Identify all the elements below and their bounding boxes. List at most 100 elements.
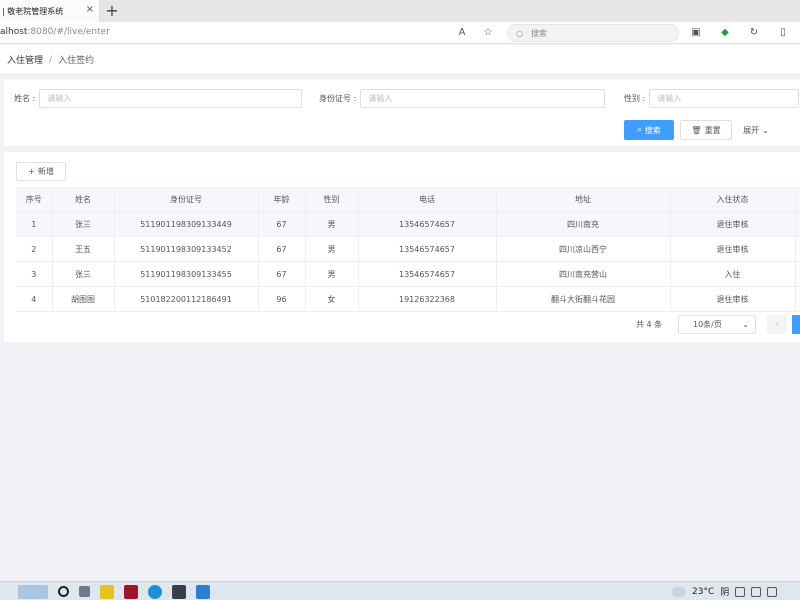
tray-icon[interactable] — [767, 586, 778, 597]
table-row[interactable]: 2 王五 511901198309133452 67 男 13546574657… — [16, 236, 800, 262]
cell-status: 退住审核 — [670, 236, 796, 262]
table-row[interactable]: 4 胡图图 510182200112186491 96 女 1912632236… — [16, 286, 800, 312]
start-search-icon[interactable] — [58, 586, 69, 597]
cell-gender: 男 — [305, 211, 359, 237]
cell-name: 王五 — [52, 236, 115, 262]
gender-input[interactable]: 请输入 — [649, 89, 800, 108]
cell-address: 四川凉山西宁 — [496, 236, 671, 262]
column-header-actions — [795, 187, 800, 212]
reset-button-label: 重置 — [704, 125, 721, 135]
cell-phone: 19126322368 — [358, 286, 497, 312]
address-bar: alhost:8080/#/live/enter A ☆ ○ 搜索 ▣ ◆ ↻ … — [0, 22, 800, 44]
column-header-phone: 电话 — [358, 187, 497, 212]
search-icon: ○ — [516, 28, 523, 38]
cell-address: 翻斗大街翻斗花园 — [496, 286, 671, 312]
browser-search-input[interactable]: ○ 搜索 — [507, 24, 679, 42]
taskbar: 23°C 阴 — [0, 581, 800, 600]
gift-icon[interactable]: ▣ — [690, 26, 702, 40]
cell-index: 2 — [16, 236, 53, 262]
search-button[interactable]: ⌕ 搜索 — [624, 120, 674, 140]
chevron-down-icon: ⌄ — [742, 320, 749, 329]
read-aloud-icon[interactable]: A — [456, 26, 468, 40]
media-player-icon[interactable] — [100, 584, 114, 599]
name-label: 姓名 : — [14, 94, 36, 103]
reset-button[interactable]: 🗑 重置 — [680, 120, 732, 140]
page-size-select[interactable]: 10条/页 ⌄ — [678, 315, 756, 334]
cell-name: 胡图图 — [52, 286, 115, 312]
new-tab-icon[interactable]: + — [104, 1, 120, 20]
cell-address: 四川南充 — [496, 211, 671, 237]
column-header-age: 年龄 — [258, 187, 306, 212]
weather-icon[interactable] — [672, 586, 686, 597]
cell-index: 4 — [16, 286, 53, 312]
url-field[interactable]: alhost:8080/#/live/enter — [0, 27, 110, 37]
cell-gender: 男 — [305, 261, 359, 287]
prev-page-button[interactable]: ‹ — [767, 315, 787, 334]
name-filter: 姓名 : 请输入 — [14, 89, 303, 108]
column-header-name: 姓名 — [52, 187, 115, 212]
idcard-filter: 身份证号 : 请输入 — [319, 89, 606, 108]
cell-age: 96 — [258, 286, 306, 312]
column-header-index: 序号 — [16, 187, 53, 212]
task-view-icon[interactable] — [79, 586, 90, 597]
cell-actions[interactable] — [795, 286, 800, 312]
column-header-gender: 性别 — [305, 187, 359, 212]
browser-tab[interactable]: | 敬老院管理系统 × — [0, 0, 100, 22]
breadcrumb: 入住管理 / 入住签约 — [0, 45, 800, 75]
filter-panel: 姓名 : 请输入 身份证号 : 请输入 性别 : 请输入 ⌕ 搜索 🗑 重置 展… — [4, 80, 800, 146]
taskbar-thumbnail-icon[interactable] — [18, 584, 48, 599]
cell-idcard: 511901198309133452 — [114, 236, 259, 262]
cell-phone: 13546574657 — [358, 211, 497, 237]
weather-text: 阴 — [720, 588, 730, 598]
idcard-input[interactable]: 请输入 — [360, 89, 606, 108]
total-count: 共 4 条 — [636, 320, 663, 329]
cell-age: 67 — [258, 236, 306, 262]
cell-actions[interactable] — [795, 261, 800, 287]
cell-actions[interactable] — [795, 211, 800, 237]
url-path: :8080/#/live/enter — [27, 27, 110, 37]
close-icon[interactable]: × — [86, 4, 94, 15]
cell-phone: 13546574657 — [358, 236, 497, 262]
shield-icon[interactable]: ◆ — [719, 26, 731, 40]
tray-icon[interactable] — [751, 586, 762, 597]
name-input[interactable]: 请输入 — [39, 89, 303, 108]
browser-tab-bar: | 敬老院管理系统 × + — [0, 0, 800, 22]
refresh-icon[interactable]: ↻ — [748, 26, 760, 40]
split-screen-icon[interactable]: ▯ — [777, 26, 789, 40]
table-row[interactable]: 3 张三 511901198309133455 67 男 13546574657… — [16, 261, 800, 287]
cell-phone: 13546574657 — [358, 261, 497, 287]
breadcrumb-root[interactable]: 入住管理 — [7, 53, 43, 66]
tray-icon[interactable] — [735, 586, 746, 597]
url-host: alhost — [0, 27, 28, 37]
gender-label: 性别 : — [624, 94, 646, 103]
expand-link[interactable]: 展开 ⌄ — [738, 120, 774, 140]
pagination: 共 4 条 10条/页 ⌄ ‹ 1 — [4, 315, 800, 335]
cell-age: 67 — [258, 211, 306, 237]
terminal-icon[interactable] — [172, 584, 186, 599]
search-button-label: 搜索 — [644, 125, 661, 135]
cell-gender: 女 — [305, 286, 359, 312]
cell-actions[interactable] — [795, 236, 800, 262]
idcard-label: 身份证号 : — [319, 94, 357, 103]
app-icon[interactable] — [124, 584, 138, 599]
cell-status: 退住审核 — [670, 286, 796, 312]
resident-table: 序号 姓名 身份证号 年龄 性别 电话 地址 入住状态 1 张三 5119011… — [16, 187, 800, 312]
breadcrumb-current: 入住签约 — [58, 56, 95, 66]
table-panel: + 新增 序号 姓名 身份证号 年龄 性别 电话 地址 入住状态 1 张三 51… — [4, 152, 800, 342]
edge-browser-icon[interactable] — [148, 584, 162, 599]
cell-address: 四川南充营山 — [496, 261, 671, 287]
table-row[interactable]: 1 张三 511901198309133449 67 男 13546574657… — [16, 211, 800, 237]
cell-index: 1 — [16, 211, 53, 237]
cell-status: 退住审核 — [670, 211, 796, 237]
page-number-button[interactable]: 1 — [792, 315, 800, 334]
favorite-star-icon[interactable]: ☆ — [482, 26, 494, 40]
tab-title: | 敬老院管理系统 — [2, 6, 64, 16]
breadcrumb-separator: / — [49, 54, 53, 65]
trash-icon: 🗑 — [691, 125, 702, 135]
cell-idcard: 511901198309133449 — [114, 211, 259, 237]
cell-age: 67 — [258, 261, 306, 287]
ide-icon[interactable] — [196, 584, 210, 599]
add-button[interactable]: + 新增 — [16, 162, 66, 181]
table-header-row: 序号 姓名 身份证号 年龄 性别 电话 地址 入住状态 — [16, 187, 800, 212]
browser-search-placeholder: 搜索 — [530, 28, 547, 38]
